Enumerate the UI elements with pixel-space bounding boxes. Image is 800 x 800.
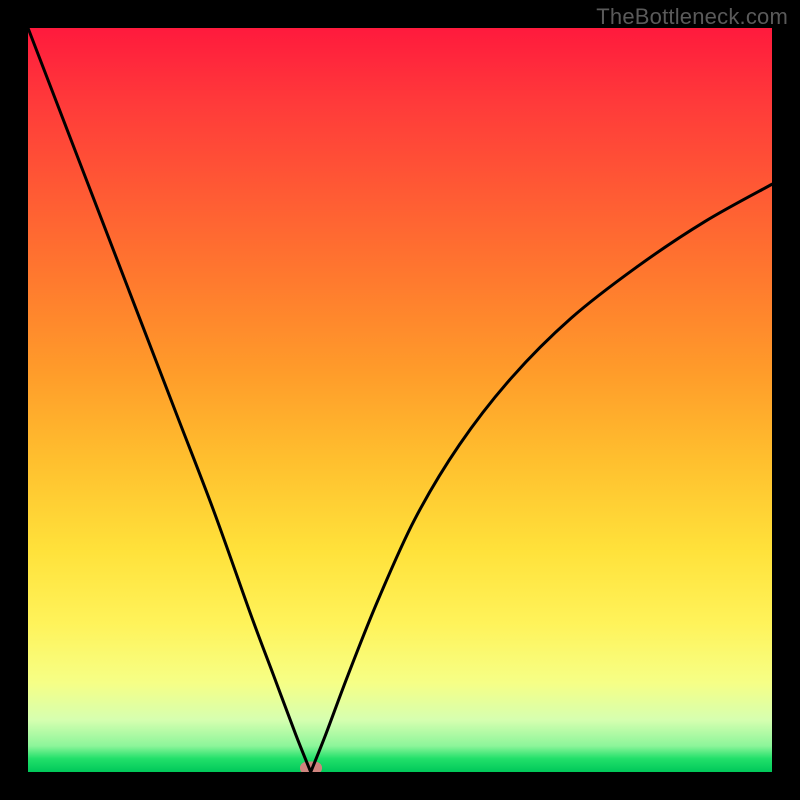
watermark-text: TheBottleneck.com [596,4,788,30]
plot-area [28,28,772,772]
chart-frame: TheBottleneck.com [0,0,800,800]
bottleneck-curve [28,28,772,772]
